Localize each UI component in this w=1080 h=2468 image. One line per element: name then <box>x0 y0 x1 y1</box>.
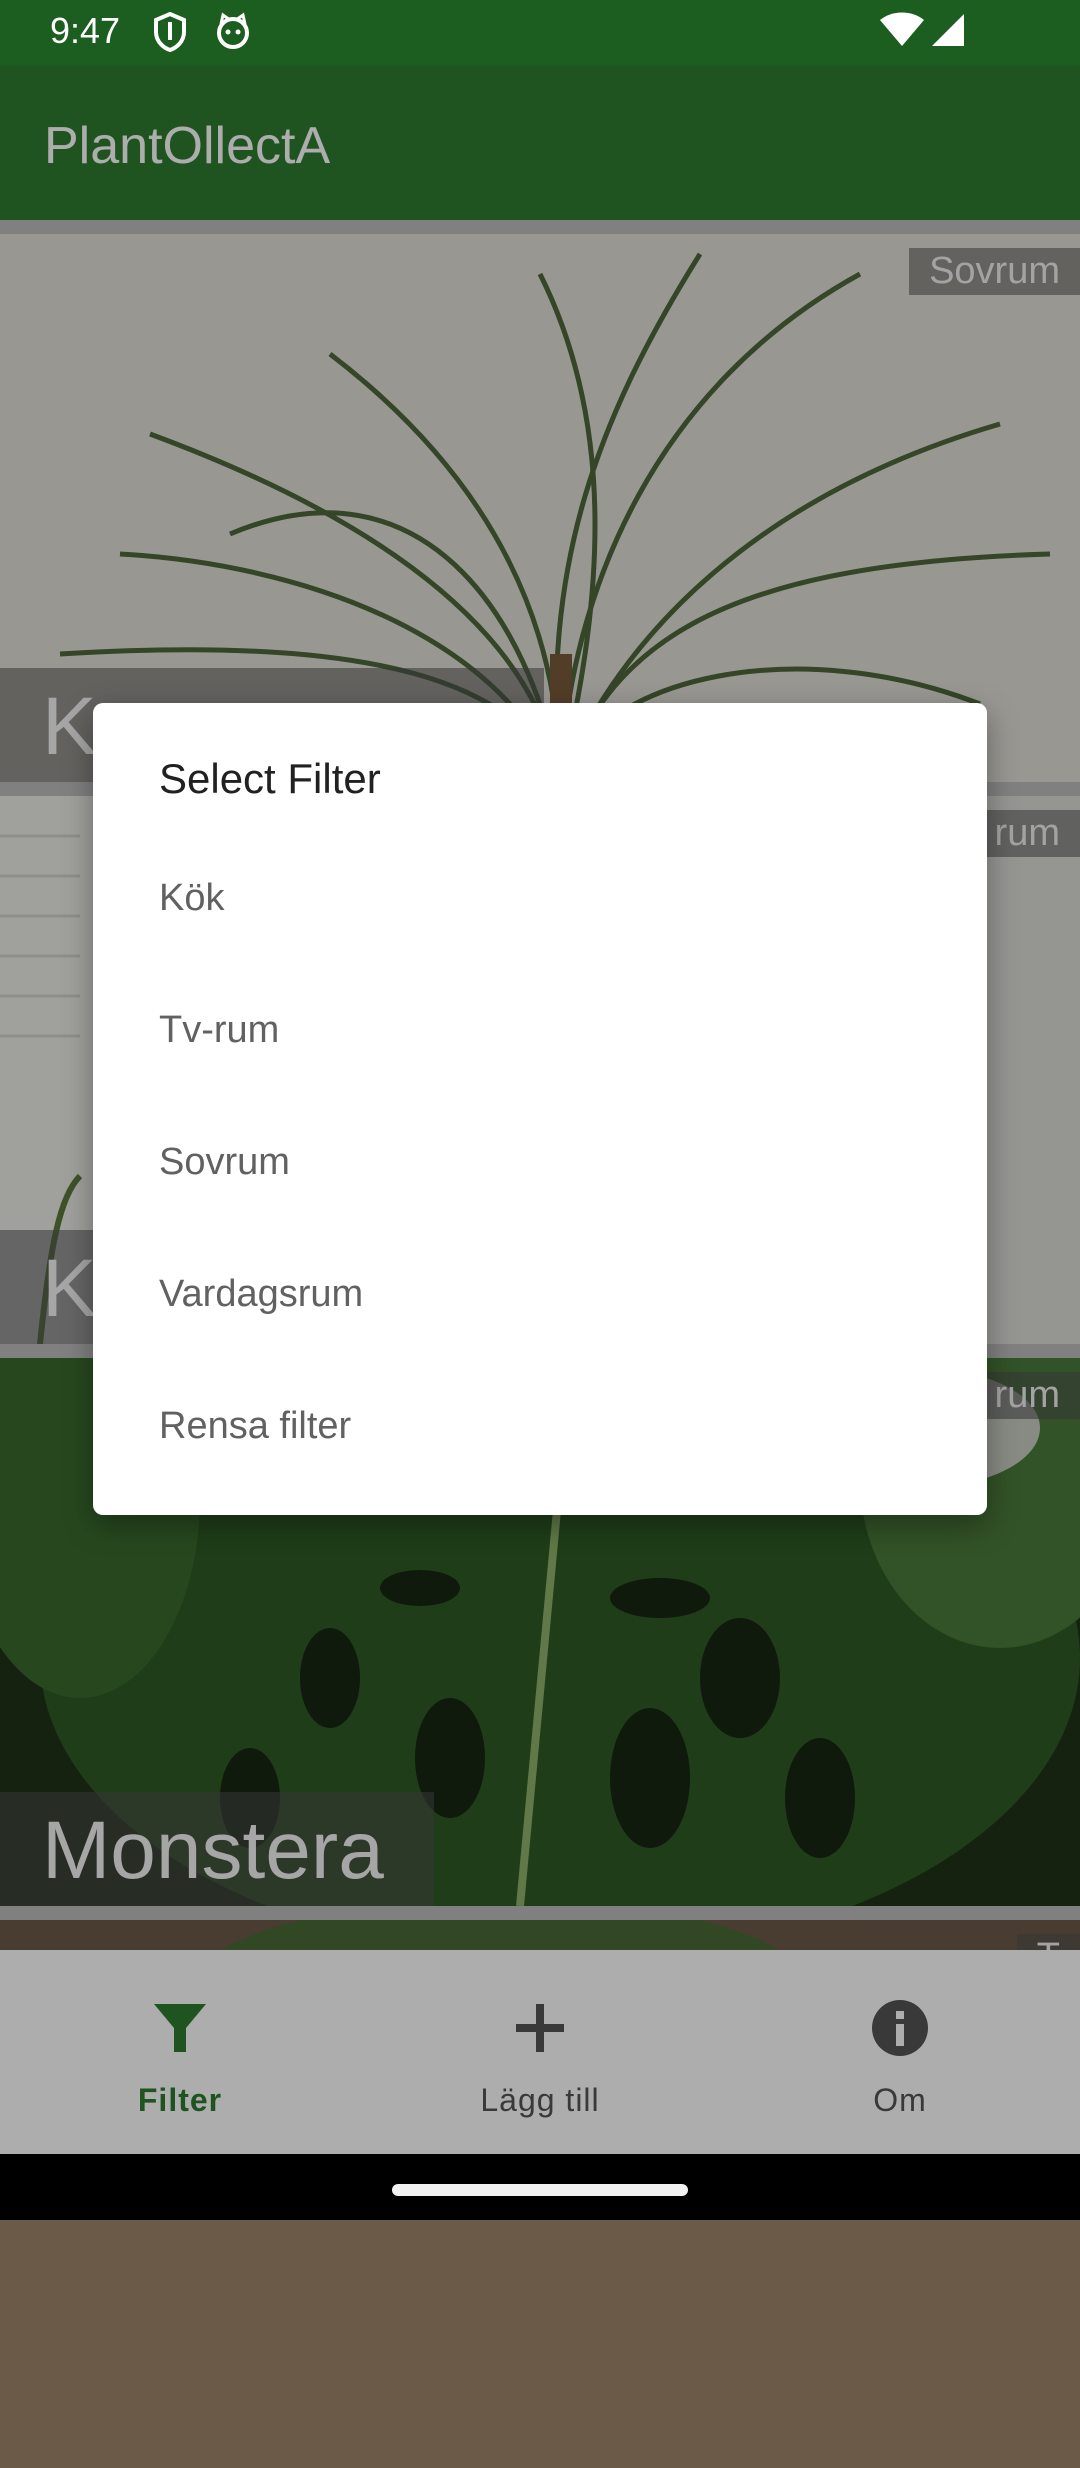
option-label: Kök <box>159 877 225 919</box>
filter-option-sovrum[interactable]: Sovrum <box>93 1099 987 1231</box>
shield-icon <box>154 12 186 52</box>
wifi-icon <box>880 12 924 46</box>
filter-option-vardagsrum[interactable]: Vardagsrum <box>93 1231 987 1363</box>
option-label: Rensa filter <box>159 1405 352 1447</box>
option-label: Tv-rum <box>159 1009 280 1051</box>
home-handle[interactable] <box>392 2184 688 2196</box>
filter-option-tv-rum[interactable]: Tv-rum <box>93 967 987 1099</box>
status-time: 9:47 <box>50 10 121 51</box>
option-label: Sovrum <box>159 1141 290 1183</box>
status-bar: 9:47 <box>0 0 1080 66</box>
option-label: Vardagsrum <box>159 1273 364 1315</box>
cat-face-icon <box>217 12 249 49</box>
filter-option-clear[interactable]: Rensa filter <box>93 1363 987 1495</box>
cellular-signal-icon <box>932 14 964 46</box>
filter-dialog: Select Filter Kök Tv-rum Sovrum Vardagsr… <box>93 703 987 1515</box>
gesture-navigation-bar <box>0 2154 1080 2220</box>
filter-option-kok[interactable]: Kök <box>93 835 987 967</box>
dialog-title: Select Filter <box>159 755 381 802</box>
